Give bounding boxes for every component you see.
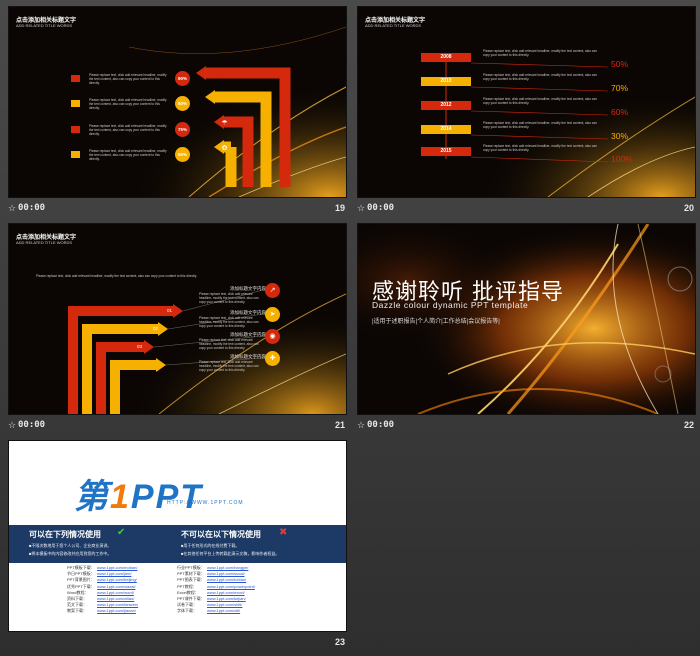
step-text: Please replace text, click add relevant …: [199, 292, 259, 304]
step-number: 03: [137, 344, 143, 349]
timeline-year: 2010: [421, 77, 471, 86]
slide-number: 19: [334, 203, 345, 213]
list-item: Please replace text, click add relevant …: [71, 147, 221, 165]
cannot-use-item: ■在其他任何平台上传转载此演示文稿，影响作者权益。: [181, 551, 280, 556]
can-use-title: 可以在下列情况使用: [29, 530, 101, 539]
item-text: Please replace text, click add relevant …: [89, 98, 167, 110]
slide-thumbnail-19[interactable]: 点击添加相关标题文字 ADD RELATED TITLE WORDS Pleas…: [8, 6, 347, 218]
logo: 第1PPT: [74, 478, 204, 516]
slide-thumbnail-23[interactable]: 第1PPT HTTP://WWW.1PPT.COM 可以在下列情况使用 ✔ 不可…: [8, 440, 347, 652]
umbrella-icon: ☂: [221, 120, 228, 127]
thanks-subtitle: Dazzle colour dynamic PPT template: [372, 300, 529, 310]
slide-preview: 点击添加相关标题文字 ADD RELATED TITLE WORDS Pleas…: [8, 6, 347, 198]
timeline-text: Please replace text, click add relevant …: [483, 49, 597, 57]
slide-footer: 23: [8, 636, 345, 652]
usage-band: 可以在下列情况使用 ✔ 不可以在以下情况使用 ✖ ■不限次数地用于您个人公司、企…: [9, 525, 346, 563]
timeline-percent: 50%: [611, 59, 629, 69]
cannot-use-item: ■用于任何形式的在线付费下载。: [181, 543, 240, 548]
list-item: Please replace text, click add relevant …: [71, 71, 221, 89]
step-text: Please replace text, click add relevant …: [199, 316, 259, 328]
links-right: 行业PPT模板： www.1ppt.com/hangye/ PPT素材下载： www…: [177, 565, 255, 615]
timeline-year: 2015: [421, 147, 471, 156]
thanks-description: |适用于述职报告|个人简介|工作总结|会议报告等|: [372, 319, 500, 325]
gift-icon: ✚: [265, 351, 280, 366]
slide-number: 21: [334, 420, 345, 430]
cannot-use-title: 不可以在以下情况使用: [181, 530, 261, 539]
percent-badge: 90%: [175, 71, 190, 86]
item-text: Please replace text, click add relevant …: [89, 149, 167, 161]
item-text: Please replace text, click add relevant …: [89, 124, 167, 136]
transition-duration: 00:00: [367, 420, 395, 430]
list-item: Please replace text, click add relevant …: [71, 122, 221, 140]
transition-duration: 00:00: [18, 420, 46, 430]
can-use-item: ■将本模板中的内容修改并应用到您的工作中。: [29, 551, 112, 556]
timeline-year: 2008: [421, 53, 471, 62]
transition-duration: 00:00: [367, 203, 395, 213]
slide-thumbnail-20[interactable]: 点击添加相关标题文字 ADD RELATED TITLE WORDS 2008 …: [357, 6, 696, 218]
slide-footer: ☆ 00:00 19: [8, 202, 345, 218]
speaker-icon: ◉: [265, 329, 280, 344]
slide-preview: 第1PPT HTTP://WWW.1PPT.COM 可以在下列情况使用 ✔ 不可…: [8, 440, 347, 632]
step-number: 01: [167, 308, 173, 313]
timeline-percent: 60%: [611, 107, 629, 117]
step-text: Please replace text, click add relevant …: [199, 360, 259, 372]
slide-footer: ☆ 00:00 21: [8, 419, 345, 435]
timeline-text: Please replace text, click add relevant …: [483, 97, 597, 105]
timeline-year: 2014: [421, 125, 471, 134]
bullet-square: [71, 151, 80, 158]
target-icon: ◎: [215, 71, 222, 78]
slide-subtitle: ADD RELATED TITLE WORDS: [16, 240, 73, 245]
slide-number: 20: [683, 203, 694, 213]
link-row: 字体下载： www.1ppt.com/ziti/: [177, 608, 241, 614]
timeline-text: Please replace text, click add relevant …: [483, 144, 597, 152]
timeline-text: Please replace text, click add relevant …: [483, 121, 597, 129]
settings-icon: ✿: [221, 145, 228, 152]
slide-footer: ☆ 00:00 22: [357, 419, 694, 435]
link-row: 教案下载： www.1ppt.com/jiaoan/: [67, 608, 136, 614]
bullet-square: [71, 126, 80, 133]
bullet-square: [71, 100, 80, 107]
light-streak-background: [9, 224, 346, 414]
star-icon[interactable]: ☆: [8, 203, 16, 214]
slide-subtitle: ADD RELATED TITLE WORDS: [16, 23, 73, 28]
timeline-percent: 100%: [611, 154, 633, 164]
check-icon: ✔: [117, 527, 126, 538]
percent-badge: 60%: [175, 96, 190, 111]
slide-footer: ☆ 00:00 20: [357, 202, 694, 218]
percent-badge: 65%: [175, 147, 190, 162]
bullet-square: [71, 75, 80, 82]
star-icon[interactable]: ☆: [357, 203, 365, 214]
cross-icon: ✖: [279, 527, 288, 538]
percent-badge: 75%: [175, 122, 190, 137]
links-left: PPT模板下载： www.1ppt.com/moban/ 节日PPT模板： www.…: [67, 565, 138, 615]
slide-preview: 感谢聆听 批评指导 Dazzle colour dynamic PPT temp…: [357, 223, 696, 415]
slide-subtitle: ADD RELATED TITLE WORDS: [365, 23, 422, 28]
timeline-text: Please replace text, click add relevant …: [483, 73, 597, 81]
timeline-percent: 30%: [611, 131, 629, 141]
can-use-item: ■不限次数地用于您个人公司、企业商业演讲。: [29, 543, 112, 548]
chart-icon: ↗: [265, 283, 280, 298]
step-text: Please replace text, click add relevant …: [199, 338, 259, 350]
slide-thumbnail-22[interactable]: 感谢聆听 批评指导 Dazzle colour dynamic PPT temp…: [357, 223, 696, 435]
item-text: Please replace text, click add relevant …: [89, 73, 167, 85]
slide-preview: 点击添加相关标题文字 ADD RELATED TITLE WORDS Pleas…: [8, 223, 347, 415]
step-number: 02: [153, 326, 159, 331]
slide-preview: 点击添加相关标题文字 ADD RELATED TITLE WORDS 2008 …: [357, 6, 696, 198]
timeline-year: 2012: [421, 101, 471, 110]
transition-duration: 00:00: [18, 203, 46, 213]
star-icon[interactable]: ☆: [8, 420, 16, 431]
star-icon[interactable]: ☆: [357, 420, 365, 431]
megaphone-icon: ◀: [221, 95, 228, 102]
slide-number: 23: [334, 637, 345, 647]
timeline-percent: 70%: [611, 83, 629, 93]
slide-thumbnail-21[interactable]: 点击添加相关标题文字 ADD RELATED TITLE WORDS Pleas…: [8, 223, 347, 435]
intro-paragraph: Please replace text, click add relevant …: [36, 274, 197, 278]
list-item: Please replace text, click add relevant …: [71, 96, 221, 114]
send-icon: ➤: [265, 307, 280, 322]
logo-url: HTTP://WWW.1PPT.COM: [167, 500, 244, 506]
slide-number: 22: [683, 420, 694, 430]
